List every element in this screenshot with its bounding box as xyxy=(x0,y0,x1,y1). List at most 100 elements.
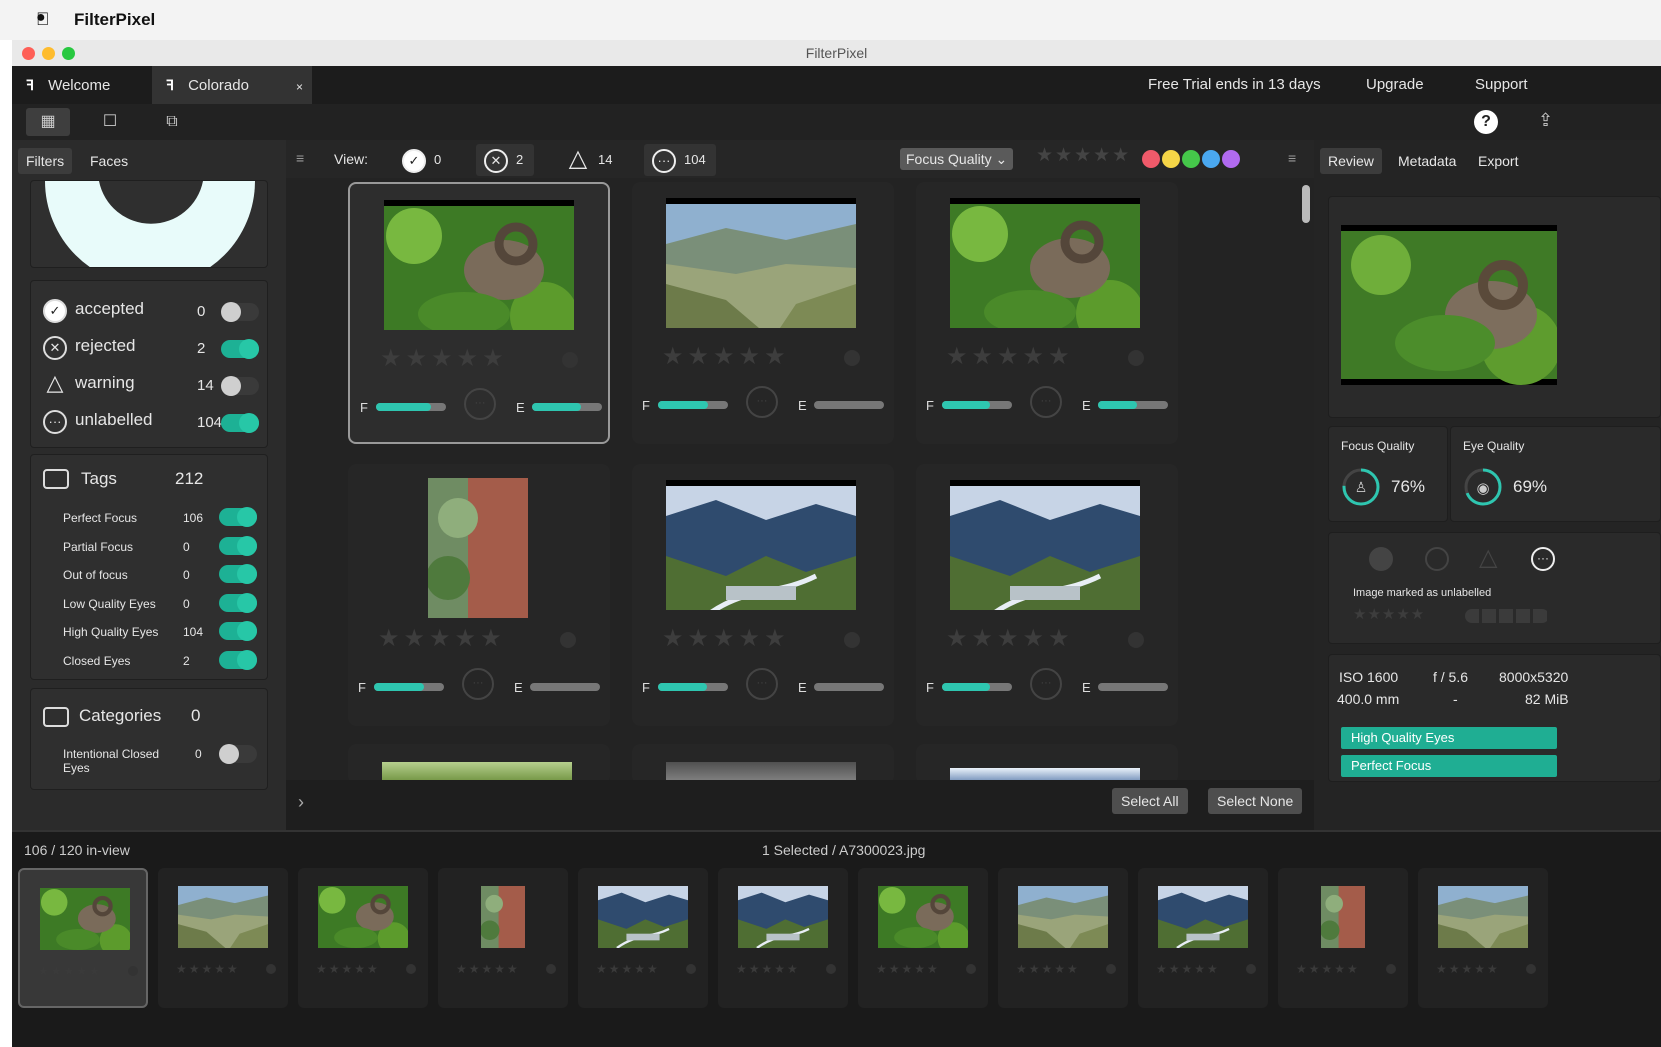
filmstrip-color-dot[interactable] xyxy=(686,964,696,974)
star-filter[interactable]: ★★★★★ xyxy=(1036,144,1131,167)
image-cell[interactable]: ★★★★★ F ··· E xyxy=(632,464,894,726)
filmstrip-color-dot[interactable] xyxy=(966,964,976,974)
compare-view-icon[interactable]: ⧉ xyxy=(150,108,194,136)
unlabelled-button[interactable]: ··· xyxy=(1030,668,1062,700)
rating-stars[interactable]: ★★★★★ xyxy=(1353,605,1425,623)
filmstrip-stars[interactable]: ★★★★★ xyxy=(736,962,800,976)
tab-close-icon[interactable]: × xyxy=(296,68,303,106)
grid-view-icon[interactable]: ▦ xyxy=(26,108,70,136)
tab-colorado[interactable]: ꟻ Colorado × xyxy=(152,66,312,104)
single-view-icon[interactable]: ☐ xyxy=(88,108,132,136)
filmstrip-cell[interactable]: ★★★★★ xyxy=(998,868,1128,1008)
image-cell[interactable]: ★★★★★ F ··· E xyxy=(348,464,610,726)
filmstrip-cell[interactable]: ★★★★★ xyxy=(1418,868,1548,1008)
filmstrip-color-dot[interactable] xyxy=(1246,964,1256,974)
filmstrip-thumbnail[interactable] xyxy=(1438,886,1528,948)
filmstrip-cell[interactable]: ★★★★★ xyxy=(1278,868,1408,1008)
tag-row[interactable]: Out of focus 0 xyxy=(31,560,267,588)
image-cell[interactable] xyxy=(916,744,1178,784)
check-circle-icon[interactable] xyxy=(1369,547,1393,571)
image-cell[interactable]: ★★★★★ F ··· E xyxy=(632,182,894,444)
image-cell[interactable]: ★★★★★ F ··· E xyxy=(916,182,1178,444)
label-filter-row[interactable]: ✓ accepted 0 xyxy=(31,295,267,329)
select-none-button[interactable]: Select None xyxy=(1208,788,1303,814)
filmstrip-stars[interactable]: ★★★★★ xyxy=(316,962,380,976)
share-icon[interactable]: ⇪ xyxy=(1538,110,1553,131)
filmstrip-thumbnail[interactable] xyxy=(1158,886,1248,948)
filmstrip-cell[interactable]: ★★★★★ xyxy=(578,868,708,1008)
select-all-button[interactable]: Select All xyxy=(1112,788,1188,814)
grid-scrollbar[interactable] xyxy=(1302,185,1310,223)
filmstrip-color-dot[interactable] xyxy=(266,964,276,974)
menu-app-name[interactable]: FilterPixel xyxy=(74,10,155,30)
label-toggle[interactable] xyxy=(221,339,259,359)
color-label-dot[interactable] xyxy=(560,632,576,648)
label-toggle[interactable] xyxy=(221,413,259,433)
tag-toggle[interactable] xyxy=(219,535,257,556)
filmstrip-color-dot[interactable] xyxy=(128,966,138,976)
filmstrip-stars[interactable]: ★★★★★ xyxy=(1016,962,1080,976)
image-cell[interactable] xyxy=(632,744,894,784)
filmstrip-cell[interactable]: ★★★★★ xyxy=(858,868,988,1008)
filmstrip-color-dot[interactable] xyxy=(1526,964,1536,974)
unlabelled-button[interactable]: ··· xyxy=(746,386,778,418)
filmstrip-thumbnail[interactable] xyxy=(1018,886,1108,948)
filmstrip-color-dot[interactable] xyxy=(1386,964,1396,974)
filmstrip-cell[interactable]: ★★★★★ xyxy=(18,868,148,1008)
filmstrip-cell[interactable]: ★★★★★ xyxy=(718,868,848,1008)
view-accepted-button[interactable]: ✓ 0 xyxy=(394,144,452,176)
rating-stars[interactable]: ★★★★★ xyxy=(662,342,790,371)
color-label-dot[interactable] xyxy=(1128,350,1144,366)
filmstrip-thumbnail[interactable] xyxy=(178,886,268,948)
tab-review[interactable]: Review xyxy=(1320,148,1382,174)
tag-toggle[interactable] xyxy=(219,564,257,585)
tags-toggle-icon[interactable] xyxy=(43,469,69,489)
subtab-faces[interactable]: Faces xyxy=(82,148,136,174)
image-thumbnail[interactable] xyxy=(428,478,528,618)
filmstrip-thumbnail[interactable] xyxy=(481,886,525,948)
color-label-dot[interactable] xyxy=(1182,150,1200,168)
image-thumbnail[interactable] xyxy=(384,200,574,330)
image-thumbnail[interactable] xyxy=(666,480,856,610)
rating-stars[interactable]: ★★★★★ xyxy=(662,624,790,653)
right-panel-menu-icon[interactable]: ≡ xyxy=(1288,150,1296,166)
filmstrip-stars[interactable]: ★★★★★ xyxy=(1156,962,1220,976)
category-toggle[interactable] xyxy=(219,744,257,764)
rating-stars[interactable]: ★★★★★ xyxy=(946,624,1074,653)
filmstrip-color-dot[interactable] xyxy=(546,964,556,974)
left-panel-menu-icon[interactable]: ≡ xyxy=(296,150,304,166)
image-cell[interactable]: ★★★★★ F ··· E xyxy=(916,464,1178,726)
tag-row[interactable]: Low Quality Eyes 0 xyxy=(31,589,267,617)
image-thumbnail[interactable] xyxy=(950,480,1140,610)
view-warning-button[interactable]: △ 14 xyxy=(558,144,616,176)
x-circle-icon[interactable] xyxy=(1425,547,1449,571)
apple-logo-icon[interactable]: ● xyxy=(36,9,46,27)
tag-toggle[interactable] xyxy=(219,650,257,670)
rating-stars[interactable]: ★★★★★ xyxy=(378,624,506,653)
color-label-dot[interactable] xyxy=(844,632,860,648)
tag-chip[interactable]: High Quality Eyes xyxy=(1341,727,1557,749)
color-label-dot[interactable] xyxy=(1142,150,1160,168)
color-label-dot[interactable] xyxy=(562,352,578,368)
image-thumbnail[interactable] xyxy=(666,198,856,328)
color-label-dot[interactable] xyxy=(1222,150,1240,168)
tag-toggle[interactable] xyxy=(219,592,257,613)
filmstrip-thumbnail[interactable] xyxy=(738,886,828,948)
close-window-button[interactable] xyxy=(22,47,35,60)
unlabelled-button[interactable]: ··· xyxy=(462,668,494,700)
filmstrip-stars[interactable]: ★★★★★ xyxy=(1296,962,1360,976)
filmstrip-color-dot[interactable] xyxy=(826,964,836,974)
tag-toggle[interactable] xyxy=(219,621,257,642)
tag-row[interactable]: High Quality Eyes 104 xyxy=(31,617,267,645)
label-toggle[interactable] xyxy=(221,376,259,396)
image-cell[interactable]: ★★★★★ F ··· E xyxy=(348,182,610,444)
filmstrip-cell[interactable]: ★★★★★ xyxy=(298,868,428,1008)
filmstrip-thumbnail[interactable] xyxy=(40,888,130,950)
filmstrip-stars[interactable]: ★★★★★ xyxy=(176,962,240,976)
tab-export[interactable]: Export xyxy=(1470,148,1526,174)
support-link[interactable]: Support xyxy=(1475,66,1528,104)
color-label-dot[interactable] xyxy=(1202,150,1220,168)
unlabelled-button[interactable]: ··· xyxy=(746,668,778,700)
warning-triangle-icon[interactable]: △ xyxy=(1479,543,1497,572)
image-cell[interactable] xyxy=(348,744,610,784)
